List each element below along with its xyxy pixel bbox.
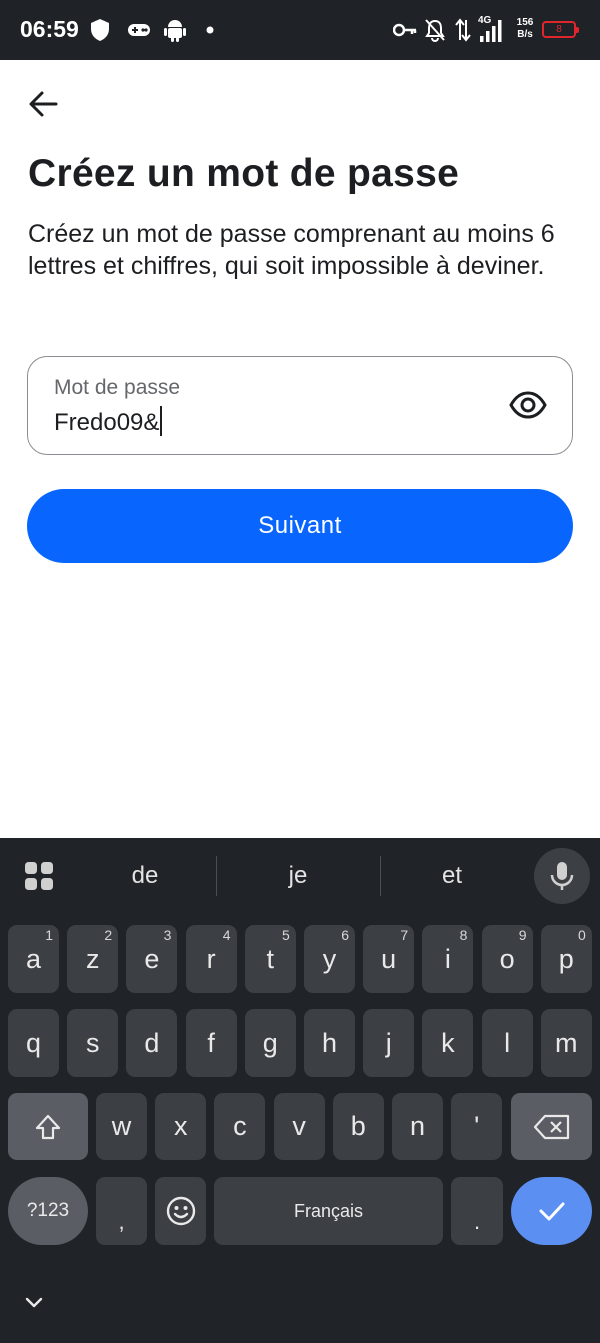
key-k[interactable]: k — [422, 1009, 474, 1077]
key-y[interactable]: y6 — [304, 925, 355, 993]
key-label: e — [144, 943, 160, 974]
key-label: r — [206, 943, 216, 974]
key-i[interactable]: i8 — [422, 925, 474, 993]
key-b[interactable]: b — [332, 1093, 384, 1160]
key-hint: 5 — [282, 927, 290, 943]
key-hint: 8 — [459, 927, 468, 943]
suggestion-divider — [216, 856, 217, 896]
key-x[interactable]: x — [155, 1093, 207, 1160]
android-icon — [164, 16, 186, 44]
suggestion-bar: de je et — [0, 838, 600, 914]
key-label: i — [444, 943, 451, 974]
key-d[interactable]: d — [126, 1009, 178, 1077]
gamepad-icon — [127, 16, 151, 44]
arrow-left-icon — [29, 91, 58, 117]
password-field[interactable]: Mot de passe Fredo09& — [27, 356, 573, 455]
space-key[interactable]: Français — [214, 1177, 443, 1245]
check-icon — [539, 1202, 564, 1221]
backspace-key[interactable] — [511, 1093, 592, 1160]
key-apostrophe[interactable]: ' — [451, 1093, 503, 1160]
key-m[interactable]: m — [540, 1009, 592, 1077]
shift-key[interactable] — [8, 1093, 88, 1160]
dot-icon — [206, 16, 214, 44]
status-bar: 06:59 4G 156 B/s 8 — [0, 0, 600, 60]
key-label: u — [381, 943, 397, 974]
next-button[interactable]: Suivant — [27, 489, 573, 563]
key-c[interactable]: c — [214, 1093, 266, 1160]
symbols-key[interactable]: ?123 — [8, 1177, 88, 1245]
key-p[interactable]: p0 — [540, 925, 592, 993]
collapse-keyboard-button[interactable] — [22, 1290, 46, 1314]
key-u[interactable]: u7 — [363, 925, 415, 993]
key-l[interactable]: l — [481, 1009, 533, 1077]
page-title: Créez un mot de passe — [28, 152, 460, 195]
key-v[interactable]: v — [273, 1093, 325, 1160]
key-hint: 3 — [163, 927, 172, 943]
key-q[interactable]: q — [8, 1009, 59, 1077]
bell-off-icon — [424, 16, 446, 44]
eye-icon — [509, 391, 547, 419]
key-hint: 9 — [518, 927, 527, 943]
key-r[interactable]: r4 — [185, 925, 237, 993]
key-a[interactable]: a1 — [8, 925, 59, 993]
grid-icon[interactable] — [24, 861, 54, 891]
key-s[interactable]: s — [67, 1009, 119, 1077]
show-password-button[interactable] — [508, 385, 548, 425]
emoji-icon — [166, 1196, 195, 1226]
key-f[interactable]: f — [185, 1009, 237, 1077]
key-label: y — [322, 943, 337, 974]
key-label: a — [25, 943, 42, 974]
key-hint: 1 — [45, 927, 53, 943]
vpn-key-icon — [393, 16, 417, 44]
page-description: Créez un mot de passe comprenant au moin… — [28, 220, 555, 280]
key-h[interactable]: h — [304, 1009, 355, 1077]
key-hint: 0 — [578, 927, 586, 943]
suggestion-3[interactable]: et — [402, 862, 502, 890]
password-value: Fredo09& — [54, 409, 160, 436]
password-input[interactable]: Fredo09& — [54, 406, 163, 437]
chevron-down-icon — [25, 1297, 43, 1308]
backspace-icon — [533, 1114, 569, 1139]
emoji-key[interactable] — [155, 1177, 206, 1245]
net-speed: 156 B/s — [513, 18, 537, 40]
key-t[interactable]: t5 — [244, 925, 296, 993]
suggestion-divider — [380, 856, 381, 896]
comma-key[interactable]: , — [96, 1177, 147, 1245]
password-label: Mot de passe — [54, 376, 181, 399]
shift-icon — [35, 1114, 61, 1139]
key-hint: 2 — [104, 927, 113, 943]
key-e[interactable]: e3 — [126, 925, 178, 993]
net-speed-unit: B/s — [517, 29, 533, 40]
key-n[interactable]: n — [392, 1093, 443, 1160]
back-button[interactable] — [24, 84, 64, 124]
key-hint: 4 — [222, 927, 231, 943]
key-w[interactable]: w — [96, 1093, 147, 1160]
battery-icon: 8 — [542, 21, 579, 38]
suggestion-1[interactable]: de — [95, 862, 195, 890]
enter-key[interactable] — [511, 1177, 592, 1245]
status-time: 06:59 — [20, 16, 79, 42]
text-caret — [160, 406, 163, 436]
period-key[interactable]: . — [451, 1177, 503, 1245]
key-g[interactable]: g — [244, 1009, 296, 1077]
key-hint: 6 — [341, 927, 349, 943]
key-j[interactable]: j — [363, 1009, 415, 1077]
key-label: p — [558, 943, 574, 974]
network-type: 4G — [478, 15, 492, 26]
data-arrows-icon — [455, 16, 471, 44]
key-z[interactable]: z2 — [67, 925, 119, 993]
shield-icon — [90, 16, 110, 44]
key-label: o — [499, 943, 515, 974]
key-o[interactable]: o9 — [481, 925, 533, 993]
mic-button[interactable] — [534, 848, 590, 904]
key-label: t — [266, 943, 275, 974]
key-hint: 7 — [400, 927, 409, 943]
net-speed-value: 156 — [516, 17, 534, 28]
suggestion-2[interactable]: je — [248, 862, 348, 890]
key-label: z — [85, 943, 100, 974]
keyboard: de je et a1z2e3r4t5y6u7i8o9p0 qsdfghjklm… — [0, 838, 600, 1343]
mic-icon — [550, 862, 574, 890]
